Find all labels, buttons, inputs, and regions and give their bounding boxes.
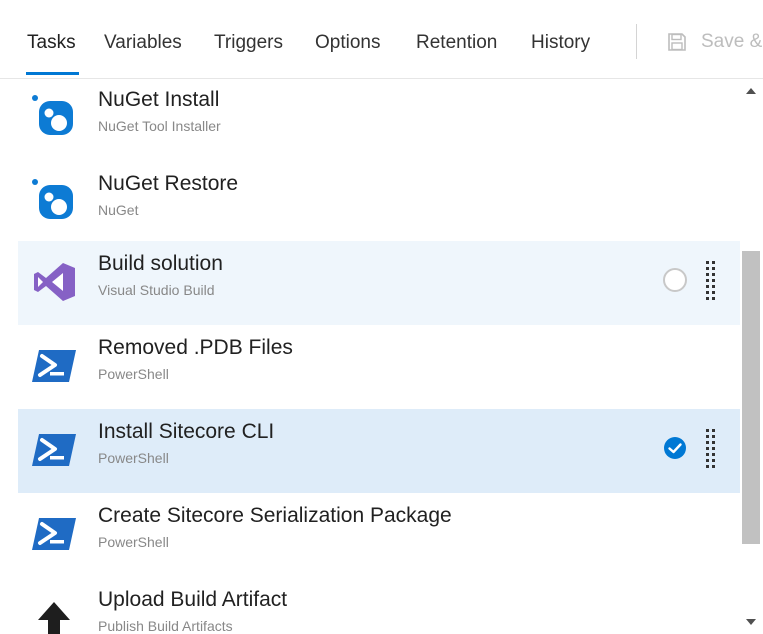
powershell-icon [32, 434, 76, 466]
task-subtitle: Publish Build Artifacts [98, 618, 233, 634]
task-subtitle: NuGet [98, 202, 139, 218]
active-tab-indicator [26, 72, 79, 75]
task-title: NuGet Install [98, 88, 220, 111]
nuget-icon [32, 95, 73, 135]
tab-tasks[interactable]: Tasks [27, 32, 76, 54]
nuget-icon [32, 179, 73, 219]
task-subtitle: PowerShell [98, 450, 169, 466]
task-subtitle: PowerShell [98, 366, 169, 382]
task-title: Removed .PDB Files [98, 336, 293, 359]
task-checkbox[interactable] [663, 268, 687, 292]
task-title: NuGet Restore [98, 172, 239, 195]
tab-retention[interactable]: Retention [416, 32, 497, 54]
save-label: Save & [701, 31, 763, 52]
drag-handle-icon[interactable] [705, 260, 717, 304]
tab-triggers[interactable]: Triggers [214, 32, 283, 54]
vertical-scrollbar[interactable] [740, 79, 763, 634]
floppy-disk-icon [668, 33, 686, 51]
task-title: Create Sitecore Serialization Package [98, 504, 452, 527]
powershell-icon [32, 350, 76, 382]
task-row-create-sitecore-serialization-package[interactable]: Create Sitecore Serialization Package Po… [18, 493, 740, 577]
upload-arrow-icon [38, 602, 70, 634]
scrollbar-thumb[interactable] [742, 251, 760, 544]
powershell-icon [32, 518, 76, 550]
task-row-build-solution[interactable]: Build solution Visual Studio Build [18, 241, 740, 325]
task-title: Build solution [98, 252, 223, 275]
toolbar-divider [636, 24, 637, 59]
task-row-removed-pdb-files[interactable]: Removed .PDB Files PowerShell [18, 325, 740, 409]
scroll-down-arrow-icon[interactable] [745, 617, 757, 627]
tab-options[interactable]: Options [315, 32, 380, 54]
task-row-upload-build-artifact[interactable]: Upload Build Artifact Publish Build Arti… [18, 577, 740, 634]
tab-bar: Tasks Variables Triggers Options Retenti… [0, 0, 763, 79]
task-row-nuget-restore[interactable]: NuGet Restore NuGet [18, 161, 740, 245]
task-title: Upload Build Artifact [98, 588, 288, 611]
visual-studio-icon [34, 263, 75, 301]
task-subtitle: Visual Studio Build [98, 282, 215, 298]
task-title: Install Sitecore CLI [98, 420, 275, 443]
task-list: NuGet Install NuGet Tool Installer NuGet… [18, 79, 740, 634]
task-subtitle: NuGet Tool Installer [98, 118, 221, 134]
drag-handle-icon[interactable] [705, 428, 717, 472]
tab-history[interactable]: History [531, 32, 590, 54]
checkmark-circle-icon[interactable] [663, 436, 687, 460]
task-row-nuget-install[interactable]: NuGet Install NuGet Tool Installer [18, 79, 740, 161]
task-row-install-sitecore-cli[interactable]: Install Sitecore CLI PowerShell [18, 409, 740, 493]
scroll-up-arrow-icon[interactable] [745, 86, 757, 96]
tab-variables[interactable]: Variables [104, 32, 182, 54]
task-subtitle: PowerShell [98, 534, 169, 550]
